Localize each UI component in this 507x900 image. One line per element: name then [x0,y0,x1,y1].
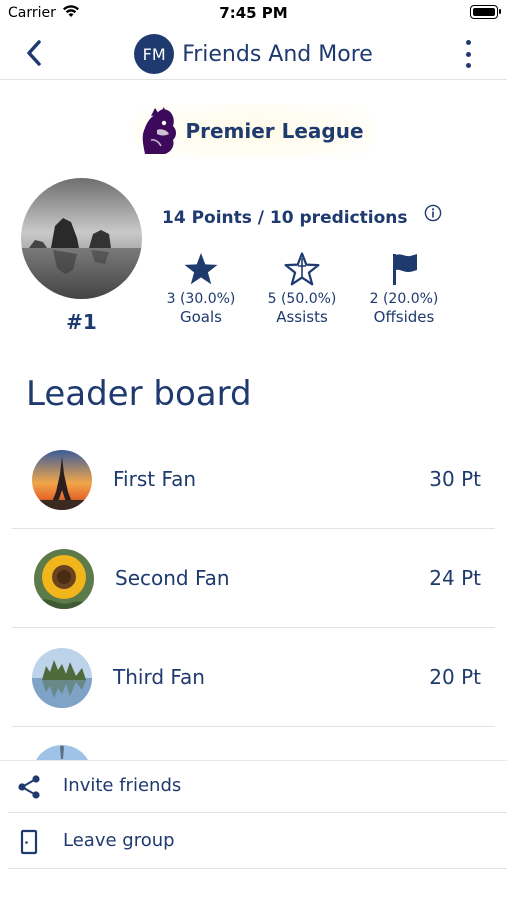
user-rank: #1 [66,310,97,334]
group-avatar: FM [134,34,175,74]
stat-offsides-value: 2 (20.0%) [369,291,439,307]
league-badge: Premier League [0,104,507,158]
leaderboard-row[interactable]: Second Fan 24 Pt [12,529,495,628]
group-title: Friends And More [182,41,373,67]
stat-assists-value: 5 (50.0%) [267,291,337,307]
leaderboard-list: First Fan 30 Pt Second Fan 24 Pt Third F… [12,430,495,727]
leave-group-label: Leave group [63,830,175,851]
fan-points: 24 Pt [429,566,481,590]
star-icon [184,253,218,285]
fan-name: Second Fan [115,566,230,590]
leaderboard-title: Leader board [26,374,252,414]
points-summary: 14 Points / 10 predictions [162,208,408,228]
more-dot [465,40,471,45]
stat-assists-label: Assists [276,308,328,326]
stat-offsides: 2 (20.0%) Offsides [354,252,454,326]
stat-offsides-label: Offsides [373,308,435,326]
stat-goals: 3 (30.0%) Goals [151,252,251,326]
stat-goals-value: 3 (30.0%) [166,291,236,307]
invite-friends-label: Invite friends [63,775,182,796]
fan-avatar [32,648,92,708]
more-dot [465,63,471,68]
more-dot [465,51,471,57]
stat-goals-label: Goals [180,308,222,326]
nav-bar: FM Friends And More [0,28,507,80]
flag-icon [393,254,417,285]
more-options-icon[interactable] [463,40,473,68]
group-header[interactable]: FM Friends And More [0,34,507,74]
leaderboard-row[interactable]: First Fan 30 Pt [12,430,495,529]
clock: 7:45 PM [219,4,288,22]
group-actions-menu: Invite friends Leave group [0,760,507,869]
leaderboard-row[interactable]: Third Fan 20 Pt [12,628,495,727]
fan-avatar [34,549,94,609]
fan-points: 20 Pt [429,665,481,689]
profile-photo[interactable] [21,178,142,299]
status-bar: Carrier 7:45 PM [0,0,507,28]
door-icon [20,829,38,855]
invite-friends-button[interactable]: Invite friends [8,761,507,813]
profile-photo-image [21,178,142,299]
share-icon [18,775,40,799]
star-outline-icon [284,252,320,286]
premier-league-logo [143,107,177,154]
fan-name: First Fan [113,467,197,491]
info-icon[interactable] [424,204,442,222]
stat-assists: 5 (50.0%) Assists [252,252,352,326]
fan-points: 30 Pt [429,467,481,491]
battery-icon [470,5,501,19]
fan-avatar [32,450,92,510]
fan-name: Third Fan [113,665,205,689]
leave-group-button[interactable]: Leave group [8,813,507,869]
league-name: Premier League [185,119,364,143]
